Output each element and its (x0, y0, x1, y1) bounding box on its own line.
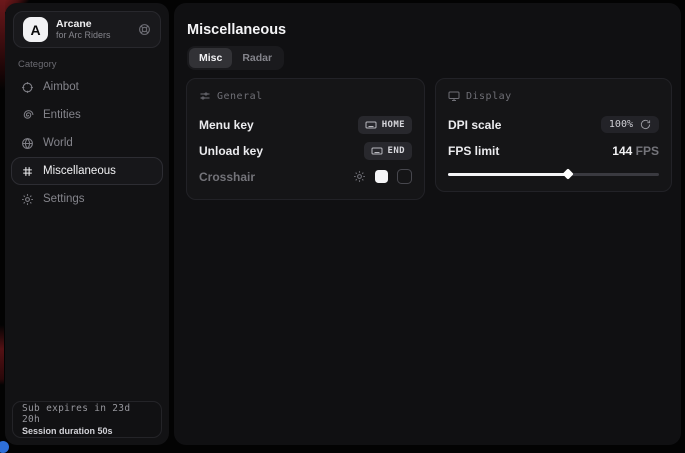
sidebar: A Arcane for Arc Riders Category Aimbot (5, 3, 169, 445)
tab-radar[interactable]: Radar (232, 48, 282, 68)
crosshair-label: Crosshair (199, 170, 255, 184)
display-card-title: Display (466, 91, 512, 102)
sidebar-item-aimbot[interactable]: Aimbot (11, 73, 163, 101)
fps-limit-label: FPS limit (448, 144, 499, 158)
menu-key-label: Menu key (199, 118, 254, 132)
tab-bar: Misc Radar (187, 46, 284, 70)
menu-key-bind-button[interactable]: HOME (358, 116, 412, 134)
tab-misc[interactable]: Misc (189, 48, 232, 68)
fps-unit: FPS (636, 144, 659, 158)
sidebar-item-miscellaneous[interactable]: Miscellaneous (11, 157, 163, 185)
unload-key-label: Unload key (199, 144, 263, 158)
page-title: Miscellaneous (187, 22, 286, 38)
sidebar-nav: Aimbot Entities World M (11, 73, 163, 213)
unload-key-row: Unload key END (199, 139, 412, 162)
subscription-info-box: Sub expires in 23d 20h Session duration … (12, 401, 162, 438)
spiral-icon (21, 109, 34, 122)
app-subtitle: for Arc Riders (56, 30, 130, 40)
dpi-scale-selector[interactable]: 100% (601, 116, 659, 133)
keyboard-icon (371, 145, 383, 157)
sidebar-item-label: World (43, 137, 73, 149)
sidebar-item-label: Settings (43, 193, 85, 205)
app-logo: A (23, 17, 48, 42)
sub-expiry-text: Sub expires in 23d 20h (22, 403, 152, 425)
fps-limit-slider[interactable] (448, 168, 659, 180)
menu-key-row: Menu key HOME (199, 113, 412, 136)
crosshair-color-swatch[interactable] (375, 170, 388, 183)
general-card-title: General (217, 91, 263, 102)
monitor-icon (448, 90, 460, 102)
background-red-edge-lower (0, 325, 4, 385)
crosshair-icon (21, 81, 34, 94)
sidebar-item-label: Entities (43, 109, 81, 121)
unload-key-bind-button[interactable]: END (364, 142, 412, 160)
dpi-scale-row: DPI scale 100% (448, 113, 659, 136)
rotate-icon (640, 119, 651, 130)
category-label: Category (18, 59, 57, 70)
app-title: Arcane (56, 18, 130, 30)
slider-fill (448, 173, 568, 176)
gear-icon (21, 193, 34, 206)
sidebar-item-settings[interactable]: Settings (11, 185, 163, 213)
crosshair-checkbox[interactable] (397, 169, 412, 184)
session-duration-text: Session duration 50s (22, 426, 152, 436)
sliders-icon (199, 90, 211, 102)
cards-row: General Menu key HOME Unload key (186, 78, 672, 200)
fps-limit-value: 144 FPS (612, 144, 659, 158)
sidebar-item-label: Miscellaneous (43, 165, 116, 177)
globe-icon (21, 137, 34, 150)
sidebar-item-label: Aimbot (43, 81, 79, 93)
background-blue-dot (0, 441, 9, 453)
main-panel: Miscellaneous Misc Radar General Menu ke… (174, 3, 681, 445)
dpi-scale-label: DPI scale (448, 118, 501, 132)
dpi-scale-value: 100% (609, 119, 633, 130)
fps-limit-row: FPS limit 144 FPS (448, 139, 659, 162)
crosshair-row: Crosshair (199, 165, 412, 188)
app-header-card: A Arcane for Arc Riders (13, 11, 161, 48)
sidebar-item-world[interactable]: World (11, 129, 163, 157)
display-card: Display DPI scale 100% FPS limit 144 FPS (435, 78, 672, 192)
hash-grid-icon (21, 165, 34, 178)
slider-thumb[interactable] (563, 168, 574, 179)
general-card: General Menu key HOME Unload key (186, 78, 425, 200)
lifebuoy-icon[interactable] (138, 23, 151, 36)
crosshair-settings-gear-icon[interactable] (353, 170, 366, 183)
menu-key-value: HOME (382, 120, 405, 130)
keyboard-icon (365, 119, 377, 131)
sidebar-item-entities[interactable]: Entities (11, 101, 163, 129)
unload-key-value: END (388, 146, 405, 156)
